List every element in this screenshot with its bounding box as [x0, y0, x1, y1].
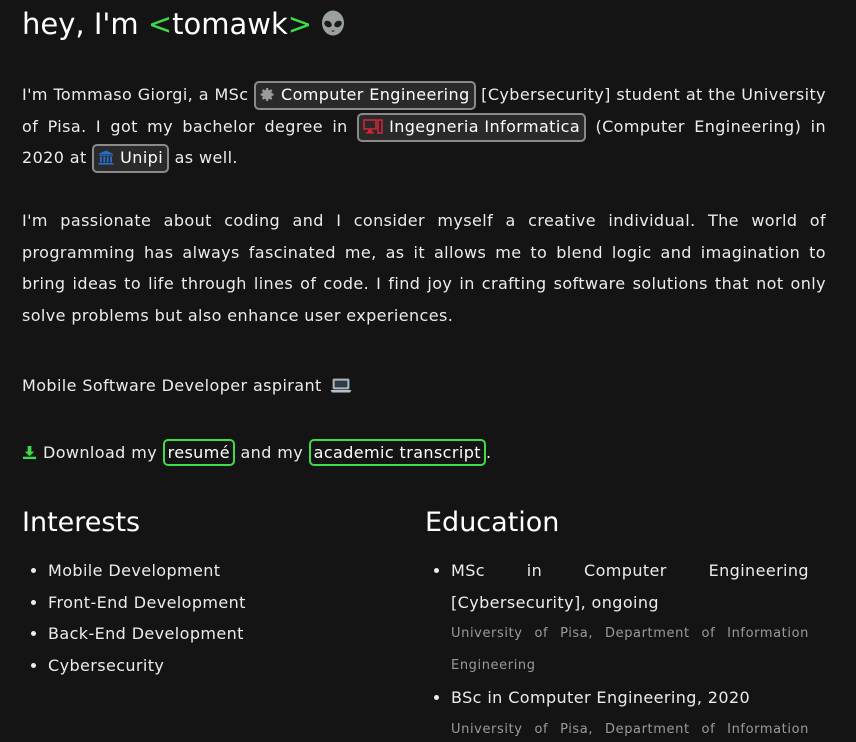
bachelor-chip-label: Ingegneria Informatica — [389, 116, 581, 136]
aspiration-line: Mobile Software Developer aspirant — [22, 370, 352, 404]
passion-paragraph: I'm passionate about coding and I consid… — [22, 211, 826, 325]
education-item: BSc in Computer Engineering, 2020 Univers… — [451, 682, 809, 742]
interests-title: Interests — [22, 507, 141, 538]
download-text-2: and my — [240, 443, 304, 462]
download-text-1: Download my — [43, 443, 158, 462]
alien-icon — [320, 8, 346, 48]
page: hey, I'm <tomawk> I'm Tommaso Giorgi, a … — [0, 0, 856, 742]
page-title: hey, I'm <tomawk> — [22, 4, 346, 48]
interests-list: Mobile Development Front-End Development… — [22, 555, 402, 681]
interest-item: Back-End Development — [48, 618, 402, 650]
aspiration-text: Mobile Software Developer aspirant — [22, 376, 322, 395]
education-section: Education MSc in Computer Engineering [C… — [425, 503, 809, 742]
university-chip[interactable]: Unipi — [92, 144, 170, 173]
greeting: hey, I'm — [22, 7, 139, 41]
gear-icon — [260, 85, 275, 108]
education-place: University of Pisa, Department of Inform… — [451, 626, 809, 673]
download-text-3: . — [485, 443, 492, 462]
interest-item: Cybersecurity — [48, 650, 402, 682]
handle: tomawk — [172, 7, 288, 41]
download-line: Download my resumé and my academic trans… — [22, 437, 491, 470]
download-icon — [22, 439, 37, 470]
interest-item: Mobile Development — [48, 555, 402, 587]
bachelor-chip[interactable]: Ingegneria Informatica — [357, 112, 587, 142]
education-title: Education — [425, 507, 560, 538]
education-degree: MSc in Computer Engineering [Cybersecuri… — [451, 561, 809, 612]
university-icon — [98, 148, 114, 171]
close-bracket: > — [287, 7, 313, 41]
laptop-icon — [330, 373, 352, 404]
open-bracket: < — [147, 7, 173, 41]
intro-text-1: I'm Tommaso Giorgi, a MSc — [22, 85, 254, 104]
education-place: University of Pisa, Department of Inform… — [451, 721, 809, 737]
degree-chip[interactable]: Computer Engineering — [254, 81, 476, 110]
intro-text-4: as well. — [169, 148, 238, 167]
interests-section: Interests Mobile Development Front-End D… — [22, 503, 402, 681]
interest-item: Front-End Development — [48, 587, 402, 619]
resume-link[interactable]: resumé — [162, 439, 235, 466]
transcript-link[interactable]: academic transcript — [308, 439, 486, 466]
education-item: MSc in Computer Engineering [Cybersecuri… — [451, 555, 809, 682]
intro-paragraph: I'm Tommaso Giorgi, a MSc Computer Engin… — [22, 79, 826, 174]
degree-chip-label: Computer Engineering — [281, 85, 470, 104]
education-list: MSc in Computer Engineering [Cybersecuri… — [425, 555, 809, 742]
education-degree: BSc in Computer Engineering, 2020 — [451, 688, 751, 707]
computer-icon — [363, 117, 383, 140]
university-chip-label: Unipi — [120, 148, 164, 167]
